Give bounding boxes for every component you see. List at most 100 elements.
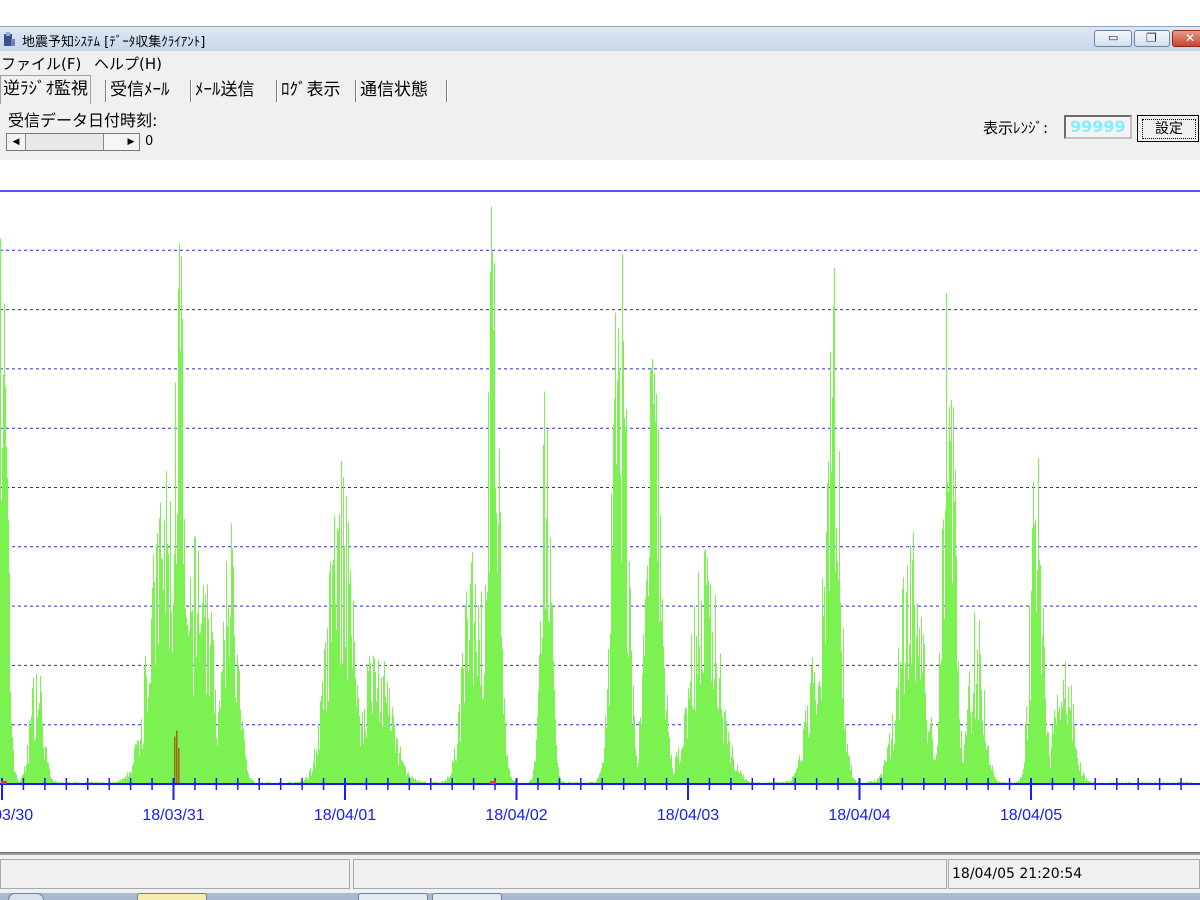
tab-received-mail[interactable]: 受信ﾒｰﾙ (108, 77, 172, 103)
signal-bar (196, 656, 197, 784)
signal-bar (323, 709, 324, 784)
signal-bar (146, 676, 147, 784)
signal-bar (546, 518, 547, 784)
menu-file[interactable]: ファイル(F) (1, 53, 81, 74)
signal-bar (311, 775, 312, 784)
signal-bar (903, 577, 904, 784)
signal-bar (628, 657, 629, 784)
signal-bar (161, 558, 162, 784)
signal-bar (127, 772, 128, 784)
signal-bar (1029, 606, 1030, 784)
menu-help[interactable]: ヘルプ(H) (94, 53, 162, 74)
signal-bar (798, 760, 799, 784)
signal-bar (817, 703, 818, 784)
signal-bar (975, 718, 976, 784)
signal-bar (371, 700, 372, 784)
signal-bar (827, 483, 828, 784)
scroll-right-arrow-icon[interactable]: ▶ (123, 134, 139, 150)
signal-bar (508, 767, 509, 784)
tab-comm-status[interactable]: 通信状態 (358, 77, 430, 103)
signal-bar (6, 446, 7, 784)
signal-bar (201, 623, 202, 784)
signal-bar (35, 738, 36, 784)
signal-bar (485, 585, 486, 784)
signal-bar (667, 694, 668, 784)
signal-bar (739, 773, 740, 784)
signal-bar (708, 580, 709, 784)
signal-bar (955, 469, 956, 784)
signal-bar (404, 765, 405, 784)
signal-bar (209, 696, 210, 784)
signal-bar (346, 496, 347, 784)
signal-bar (617, 380, 618, 784)
signal-bar (1065, 661, 1066, 784)
signal-bar (134, 748, 135, 784)
signal-bar (838, 579, 839, 784)
signal-bar (317, 754, 318, 784)
signal-bar (545, 608, 546, 784)
signal-bar (834, 268, 835, 785)
signal-bar (603, 762, 604, 784)
display-range-label: 表示ﾚﾝｼﾞ: (983, 119, 1049, 137)
signal-bar (832, 397, 833, 784)
signal-bar (488, 392, 489, 784)
taskbar-app-button[interactable] (137, 893, 207, 900)
signal-bar (503, 713, 504, 784)
signal-bar (225, 687, 226, 784)
signal-bar (908, 679, 909, 784)
scroll-left-arrow-icon[interactable]: ◀ (7, 134, 26, 150)
signal-bar (393, 716, 394, 784)
signal-bar (993, 772, 994, 784)
start-button[interactable] (8, 893, 44, 900)
set-button[interactable]: 設定 (1137, 115, 1199, 142)
signal-bar (651, 368, 652, 784)
minimize-button[interactable]: ▭ (1094, 30, 1132, 47)
signal-bar (394, 724, 395, 784)
signal-bar (637, 767, 638, 784)
signal-bar (204, 617, 205, 784)
display-range-input[interactable]: 99999 (1064, 115, 1132, 139)
close-button[interactable]: ✕ (1172, 30, 1200, 47)
signal-bar (491, 206, 492, 784)
signal-bar (495, 487, 496, 784)
scroll-thumb[interactable] (103, 134, 125, 150)
signal-bar (1061, 701, 1062, 784)
signal-bar (711, 680, 712, 784)
signal-bar (695, 711, 696, 784)
signal-bar (812, 657, 813, 784)
signal-bar (334, 515, 335, 784)
signal-bar (916, 635, 917, 784)
signal-bar (932, 739, 933, 784)
signal-bar (378, 659, 379, 784)
taskbar-app-button[interactable] (432, 893, 502, 900)
signal-bar (338, 530, 339, 784)
signal-bar (888, 744, 889, 784)
signal-bar (333, 559, 334, 784)
datetime-scrollbar[interactable]: ◀ ▶ (6, 133, 140, 151)
signal-bar (914, 606, 915, 784)
tab-log-view[interactable]: ﾛｸﾞ表示 (279, 77, 343, 103)
signal-bar (938, 721, 939, 784)
signal-bar (915, 681, 916, 784)
restore-button[interactable]: ❐ (1134, 30, 1170, 47)
signal-bar (216, 737, 217, 784)
signal-bar (34, 740, 35, 784)
signal-bar (662, 598, 663, 784)
signal-bar (792, 776, 793, 784)
signal-bar (410, 776, 411, 784)
signal-bar (647, 565, 648, 784)
signal-bar (504, 698, 505, 784)
signal-bar (339, 514, 340, 784)
signal-bar (142, 748, 143, 784)
signal-bar (701, 600, 702, 784)
signal-bar (342, 663, 343, 784)
signal-bar (642, 674, 643, 784)
signal-bar (506, 755, 507, 784)
tab-send-mail[interactable]: ﾒｰﾙ送信 (193, 77, 257, 103)
signal-bar (205, 594, 206, 784)
taskbar-app-button[interactable] (358, 893, 428, 900)
signal-bar (331, 641, 332, 784)
signal-bar (646, 579, 647, 784)
tab-reverse-radio-monitor[interactable]: 逆ﾗｼﾞｵ監視 (0, 75, 91, 104)
signal-bar (42, 723, 43, 784)
